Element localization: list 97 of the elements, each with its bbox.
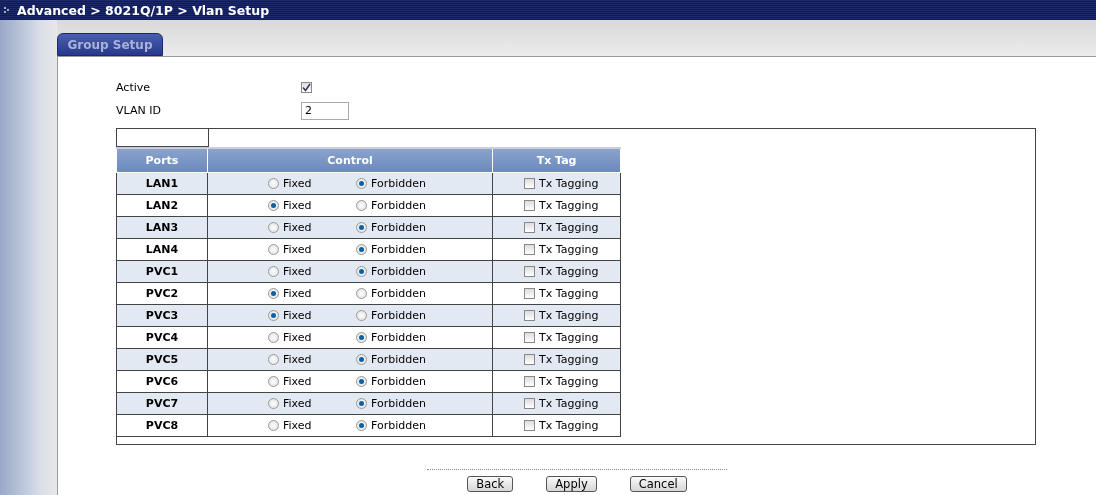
checkbox-label: Tx Tagging [539, 353, 599, 366]
radio-button[interactable] [268, 222, 279, 233]
radio-button[interactable] [356, 332, 367, 343]
radio-label: Fixed [283, 265, 312, 278]
radio-label: Fixed [283, 353, 312, 366]
checkbox-label: Tx Tagging [539, 199, 599, 212]
radio-label: Fixed [283, 309, 312, 322]
radio-button[interactable] [268, 354, 279, 365]
button[interactable]: Apply [546, 476, 597, 492]
checkbox[interactable] [301, 82, 312, 93]
checkbox[interactable] [524, 398, 536, 409]
table-cell: LAN3 [116, 216, 208, 239]
table-cell: PVC6 [116, 370, 208, 393]
radio-label: Fixed [283, 419, 312, 432]
field-label: VLAN ID [116, 104, 162, 117]
checkbox-label: Tx Tagging [539, 221, 599, 234]
radio-button[interactable] [356, 200, 367, 211]
radio-label: Fixed [283, 287, 312, 300]
radio-label: Forbidden [371, 265, 426, 278]
radio-button[interactable] [268, 266, 279, 277]
radio-button[interactable] [356, 288, 367, 299]
radio-label: Fixed [283, 221, 312, 234]
radio-label: Fixed [283, 375, 312, 388]
checkbox-label: Tx Tagging [539, 287, 599, 300]
checkbox[interactable] [524, 354, 536, 365]
checkbox-label: Tx Tagging [539, 177, 599, 190]
radio-label: Forbidden [371, 177, 426, 190]
radio-button[interactable] [356, 244, 367, 255]
radio-label: Forbidden [371, 287, 426, 300]
checkbox-label: Tx Tagging [539, 419, 599, 432]
radio-button[interactable] [356, 354, 367, 365]
checkbox-label: Tx Tagging [539, 265, 599, 278]
radio-button[interactable] [268, 244, 279, 255]
input-field[interactable]: 2 [301, 101, 349, 120]
radio-button[interactable] [268, 288, 279, 299]
radio-button[interactable] [356, 398, 367, 409]
radio-label: Fixed [283, 243, 312, 256]
checkbox[interactable] [524, 200, 536, 211]
checkbox[interactable] [524, 288, 536, 299]
table-cell: LAN1 [116, 172, 208, 195]
radio-button[interactable] [268, 376, 279, 387]
radio-label: Fixed [283, 331, 312, 344]
radio-button[interactable] [268, 332, 279, 343]
radio-label: Forbidden [371, 243, 426, 256]
checkbox-label: Tx Tagging [539, 243, 599, 256]
checkbox[interactable] [524, 376, 536, 387]
radio-label: Fixed [283, 199, 312, 212]
table-cell: PVC5 [116, 348, 208, 371]
checkbox[interactable] [524, 332, 536, 343]
radio-button[interactable] [268, 398, 279, 409]
table-cell: PVC7 [116, 392, 208, 415]
button[interactable]: Cancel [629, 476, 687, 492]
column-header: Control [207, 148, 493, 173]
checkbox-label: Tx Tagging [539, 375, 599, 388]
table-cell: LAN4 [116, 238, 208, 261]
checkbox-label: Tx Tagging [539, 397, 599, 410]
radio-label: Forbidden [371, 375, 426, 388]
grip-icon [4, 6, 12, 14]
radio-label: Forbidden [371, 353, 426, 366]
radio-label: Forbidden [371, 397, 426, 410]
checkbox[interactable] [524, 420, 536, 431]
radio-button[interactable] [268, 420, 279, 431]
table-cell: PVC1 [116, 260, 208, 283]
table-cell: PVC3 [116, 304, 208, 327]
radio-button[interactable] [356, 310, 367, 321]
checkbox[interactable] [524, 266, 536, 277]
checkbox[interactable] [524, 244, 536, 255]
radio-label: Forbidden [371, 221, 426, 234]
radio-label: Forbidden [371, 199, 426, 212]
table-cell: LAN2 [116, 194, 208, 217]
breadcrumb: Advanced > 8021Q/1P > Vlan Setup [17, 2, 270, 18]
column-header: Tx Tag [492, 148, 621, 173]
table-cell: PVC2 [116, 282, 208, 305]
checkbox[interactable] [524, 310, 536, 321]
radio-button[interactable] [356, 222, 367, 233]
checkbox[interactable] [524, 178, 536, 189]
table-cell: PVC8 [116, 414, 208, 437]
radio-button[interactable] [356, 376, 367, 387]
column-header: Ports [116, 148, 208, 173]
radio-button[interactable] [356, 420, 367, 431]
checkbox-label: Tx Tagging [539, 331, 599, 344]
radio-label: Fixed [283, 397, 312, 410]
radio-label: Forbidden [371, 419, 426, 432]
tab[interactable]: Group Setup [57, 33, 163, 56]
radio-button[interactable] [268, 178, 279, 189]
radio-button[interactable] [356, 178, 367, 189]
button[interactable]: Back [467, 476, 514, 492]
checkbox-label: Tx Tagging [539, 309, 599, 322]
radio-label: Fixed [283, 177, 312, 190]
radio-button[interactable] [356, 266, 367, 277]
radio-button[interactable] [268, 200, 279, 211]
checkbox[interactable] [524, 222, 536, 233]
table-cell: PVC4 [116, 326, 208, 349]
radio-label: Forbidden [371, 331, 426, 344]
radio-label: Forbidden [371, 309, 426, 322]
radio-button[interactable] [268, 310, 279, 321]
field-label: Active [116, 81, 152, 94]
